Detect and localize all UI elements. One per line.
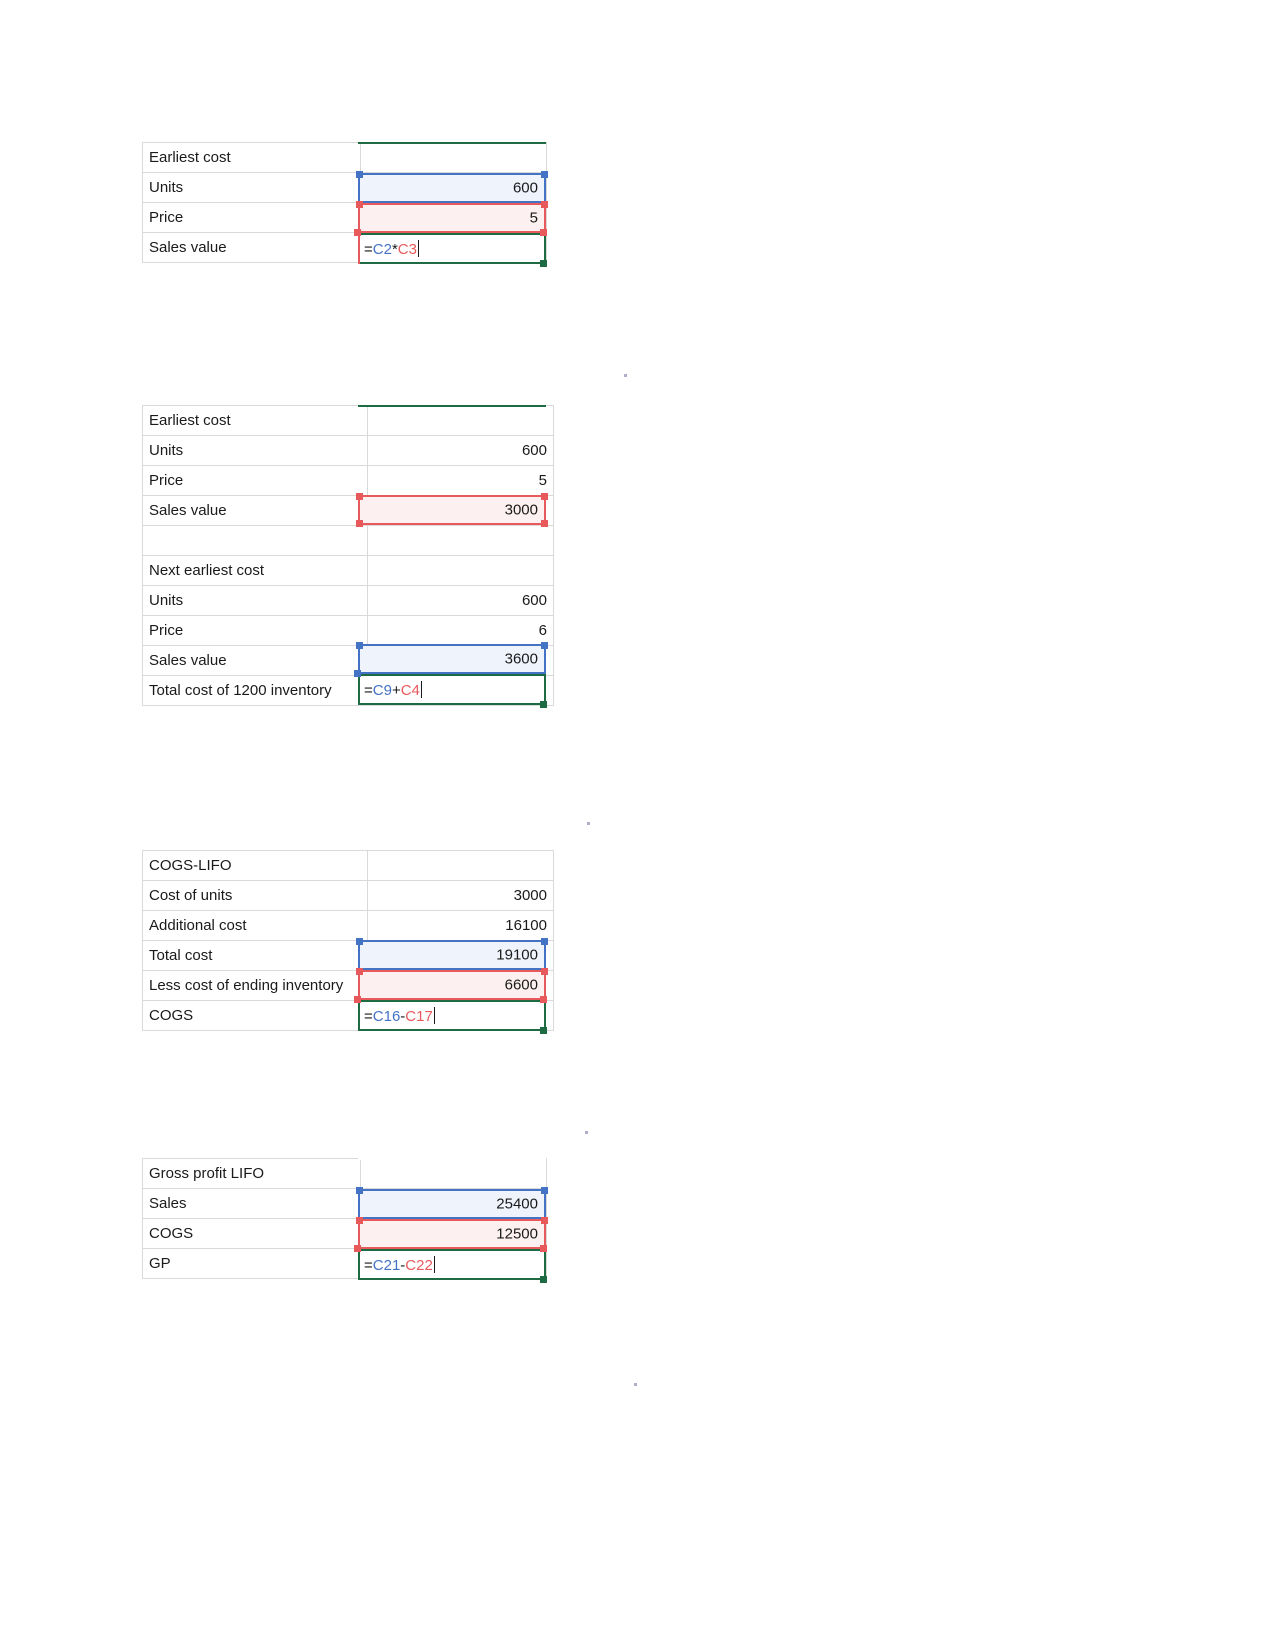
row-value[interactable] [360,1158,547,1189]
row-label: Units [142,585,368,616]
table-row[interactable]: Sales [142,1188,547,1219]
table-row[interactable]: Sales value [142,645,554,676]
sheet-fragment-3: COGS-LIFO Cost of units 3000 Additional … [142,850,554,1031]
table-row[interactable]: Next earliest cost [142,555,554,586]
scan-speck [585,1131,588,1134]
selection-handle[interactable] [540,229,547,236]
row-label: Units [142,172,361,203]
row-label: Cost of units [142,880,368,911]
scan-speck [634,1383,637,1386]
table-row[interactable]: Price [142,202,547,233]
row-value[interactable]: 3000 [367,880,554,911]
table-row[interactable]: Earliest cost [142,142,547,173]
table-row[interactable]: Units 600 [142,585,554,616]
row-label: COGS-LIFO [142,850,368,881]
row-value[interactable]: 5 [367,465,554,496]
row-label: Additional cost [142,910,368,941]
sheet-fragment-2: Earliest cost Units 600 Price 5 Sales va… [142,405,554,706]
row-label: Sales value [142,645,368,676]
sheet-fragment-1: Earliest cost Units Price Sales value [142,142,547,263]
row-label [142,525,368,556]
row-value[interactable] [367,970,554,1001]
row-label: Gross profit LIFO [142,1158,361,1189]
table-row[interactable]: Earliest cost [142,405,554,436]
row-value[interactable]: 600 [367,435,554,466]
row-value[interactable] [360,232,547,263]
row-label: Sales value [142,232,361,263]
fill-handle[interactable] [540,1027,547,1034]
row-value[interactable] [367,555,554,586]
scan-speck [624,374,627,377]
row-label: Units [142,435,368,466]
row-value[interactable] [360,202,547,233]
table-row[interactable]: Price 6 [142,615,554,646]
row-value[interactable]: 600 [367,585,554,616]
row-value[interactable] [367,675,554,706]
selection-handle[interactable] [354,996,361,1003]
table-row-spacer[interactable] [142,525,554,556]
table-row[interactable]: Units [142,172,547,203]
table-row[interactable]: Cost of units 3000 [142,880,554,911]
row-value[interactable] [360,1188,547,1219]
table-row[interactable]: Additional cost 16100 [142,910,554,941]
table-row[interactable]: COGS [142,1000,554,1031]
table-row[interactable]: Less cost of ending inventory [142,970,554,1001]
row-value[interactable] [367,645,554,676]
row-label-text: Less cost of ending inventory [149,977,344,994]
row-label: Price [142,615,368,646]
fill-handle[interactable] [540,701,547,708]
row-value[interactable] [367,940,554,971]
table-row[interactable]: Price 5 [142,465,554,496]
scan-speck [587,822,590,825]
row-label: Earliest cost [142,405,368,436]
row-label: COGS [142,1218,361,1249]
row-value[interactable] [360,172,547,203]
row-label: Next earliest cost [142,555,368,586]
table-row[interactable]: Total cost of 1200 inventory [142,675,554,706]
selection-handle[interactable] [540,1245,547,1252]
row-label: Total cost of 1200 inventory [142,675,368,706]
fill-handle[interactable] [540,1276,547,1283]
row-value[interactable] [360,1248,547,1279]
row-value[interactable]: 16100 [367,910,554,941]
row-label-text: Total cost of 1200 inventory [149,682,332,699]
sheet-fragment-4: Gross profit LIFO Sales COGS GP [142,1158,547,1279]
row-value[interactable] [360,1218,547,1249]
table-row[interactable]: Sales value [142,495,554,526]
row-label: Price [142,465,368,496]
row-value[interactable] [367,495,554,526]
row-value[interactable] [360,142,547,173]
selection-handle[interactable] [540,996,547,1003]
fill-handle[interactable] [540,260,547,267]
table-row[interactable]: Total cost [142,940,554,971]
table-row[interactable]: GP [142,1248,547,1279]
row-value[interactable] [367,1000,554,1031]
table-row[interactable]: COGS-LIFO [142,850,554,881]
row-value[interactable] [367,405,554,436]
row-value[interactable]: 6 [367,615,554,646]
row-label: Sales value [142,495,368,526]
selection-handle[interactable] [354,229,361,236]
row-label: Sales [142,1188,361,1219]
table-row[interactable]: Gross profit LIFO [142,1158,547,1189]
row-label: Earliest cost [142,142,361,173]
row-label: GP [142,1248,361,1279]
row-label: Price [142,202,361,233]
row-label: Less cost of ending inventory [142,970,368,1001]
table-row[interactable]: COGS [142,1218,547,1249]
table-row[interactable]: Units 600 [142,435,554,466]
row-label: COGS [142,1000,368,1031]
row-value[interactable] [367,850,554,881]
row-value[interactable] [367,525,554,556]
row-label: Total cost [142,940,368,971]
selection-handle[interactable] [354,1245,361,1252]
selection-handle[interactable] [354,670,361,677]
table-row[interactable]: Sales value [142,232,547,263]
